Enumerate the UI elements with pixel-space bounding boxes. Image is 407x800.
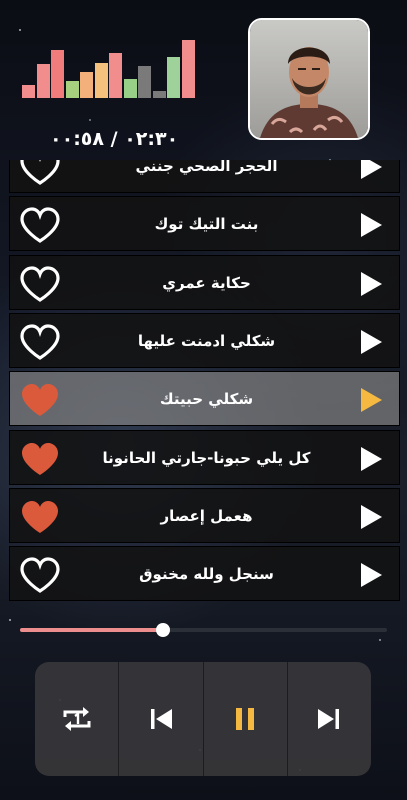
equalizer-bar — [65, 81, 79, 98]
playlist: الحجر الصحي جنني بنت التيك توك حكاية عمري ش… — [9, 160, 400, 612]
play-icon[interactable] — [359, 271, 383, 297]
song-title: هعمل إعصار — [160, 506, 253, 525]
next-icon — [318, 709, 340, 729]
heart-filled-icon[interactable] — [18, 380, 62, 420]
artist-photo — [250, 20, 368, 138]
playlist-row[interactable]: بنت التيك توك — [9, 196, 400, 252]
song-title: الحجر الصحي جنني — [135, 160, 278, 175]
heart-filled-icon[interactable] — [18, 439, 62, 479]
time-separator: / — [104, 128, 118, 150]
equalizer-bar — [138, 66, 151, 98]
play-icon[interactable] — [359, 387, 383, 413]
play-icon[interactable] — [359, 212, 383, 238]
previous-button[interactable] — [118, 662, 202, 776]
equalizer-bar — [51, 50, 64, 98]
equalizer-bar — [80, 72, 93, 98]
pause-button[interactable] — [202, 662, 287, 776]
playlist-row[interactable]: سنجل ولله مخنوق — [9, 546, 400, 602]
heart-outline-icon[interactable] — [18, 205, 62, 245]
seek-bar[interactable] — [20, 623, 387, 637]
equalizer-bar — [94, 63, 108, 98]
playback-time: ٠٢:٣٠ / ٠٠:٥٨ — [50, 128, 178, 150]
equalizer-bar — [181, 40, 195, 98]
song-title: بنت التيك توك — [154, 215, 259, 234]
playlist-row[interactable]: كل يلي حبونا-جارتي الحانونا — [9, 429, 400, 485]
play-icon[interactable] — [359, 160, 383, 180]
seek-progress — [20, 628, 164, 632]
equalizer-bar — [123, 79, 137, 98]
elapsed-time: ٠٠:٥٨ — [50, 128, 104, 150]
song-title: حكاية عمري — [162, 273, 251, 292]
equalizer-bar — [36, 64, 50, 98]
equalizer-bar — [109, 53, 122, 98]
repeat-one-button[interactable] — [35, 662, 118, 776]
song-title: سنجل ولله مخنوق — [139, 565, 274, 584]
next-button[interactable] — [286, 662, 371, 776]
equalizer-bar — [22, 85, 35, 98]
equalizer-bar — [167, 57, 180, 98]
seek-thumb[interactable] — [156, 623, 171, 637]
playlist-row[interactable]: حكاية عمري — [9, 254, 400, 310]
song-title: شكلي ادمنت عليها — [137, 331, 276, 350]
song-title: كل يلي حبونا-جارتي الحانونا — [102, 448, 311, 467]
playlist-row[interactable]: الحجر الصحي جنني — [9, 160, 400, 193]
equalizer-visualizer — [22, 40, 197, 98]
song-title: شكلي حبيتك — [159, 390, 254, 409]
total-duration: ٠٢:٣٠ — [124, 128, 179, 150]
playlist-row[interactable]: شكلي ادمنت عليها — [9, 312, 400, 368]
equalizer-bar — [152, 91, 166, 98]
play-icon[interactable] — [359, 446, 383, 472]
heart-filled-icon[interactable] — [18, 497, 62, 537]
artist-avatar — [248, 18, 370, 140]
heart-outline-icon[interactable] — [18, 264, 62, 304]
previous-icon — [150, 709, 172, 729]
pause-icon — [236, 708, 255, 730]
heart-outline-icon[interactable] — [18, 322, 62, 362]
play-icon[interactable] — [359, 329, 383, 355]
heart-outline-icon[interactable] — [18, 160, 62, 187]
heart-outline-icon[interactable] — [18, 555, 62, 595]
playback-controls — [35, 662, 371, 776]
playlist-row[interactable]: شكلي حبيتك — [9, 371, 400, 427]
play-icon[interactable] — [359, 562, 383, 588]
repeat-one-icon — [63, 707, 91, 731]
play-icon[interactable] — [359, 504, 383, 530]
playlist-row[interactable]: هعمل إعصار — [9, 487, 400, 543]
